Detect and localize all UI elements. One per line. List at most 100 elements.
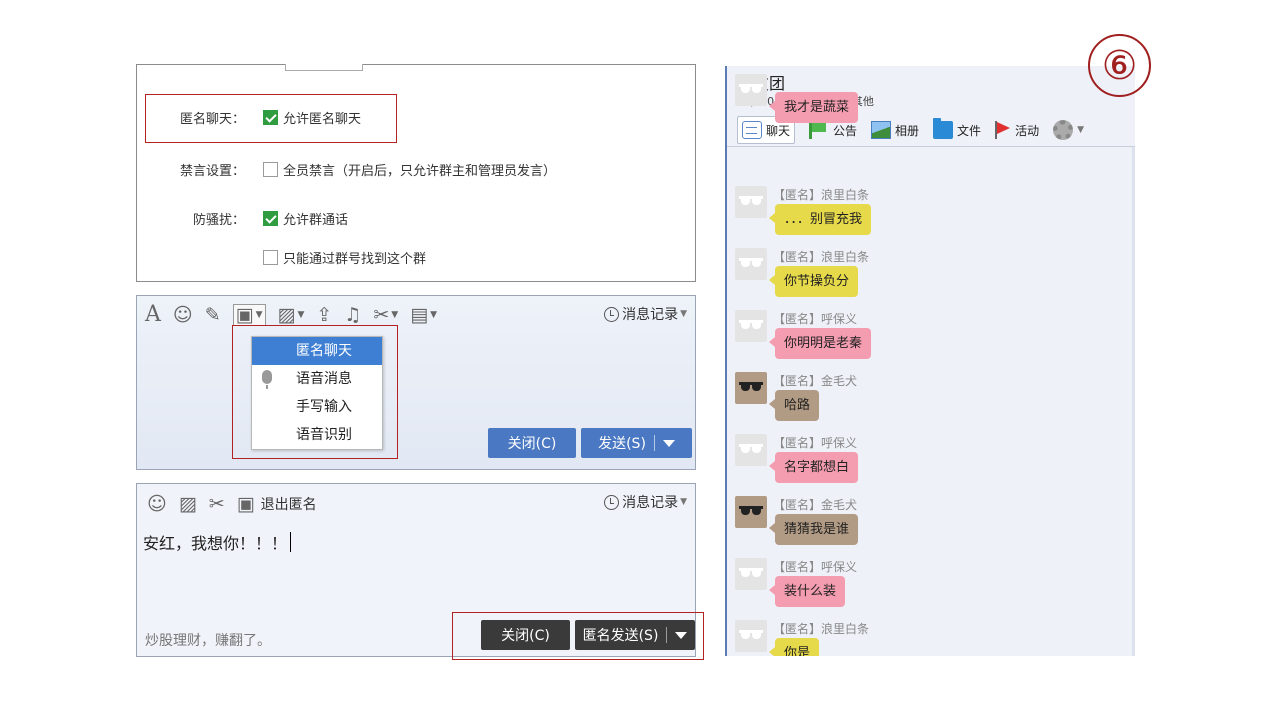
group-settings-panel: 匿名聊天： 允许匿名聊天 禁言设置： 全员禁言（开启后，只允许群主和管理员发言）… [136,64,696,282]
chat-message: 【匿名】浪里白条 你是 [735,620,1115,656]
divider [727,146,1135,147]
avatar-sunglasses-icon [752,261,761,267]
chat-message: 【匿名】浪里白条 你节操负分 [735,248,1115,310]
avatar[interactable] [735,74,767,106]
avatar-sunglasses-icon [752,87,761,93]
exit-anon-button[interactable]: 退出匿名 [261,494,317,514]
avatar-sunglasses-icon [752,447,761,453]
sender-nickname[interactable]: 【匿名】呼保义 [773,434,857,451]
chevron-down-icon: ▼ [297,310,305,320]
sender-nickname[interactable]: 【匿名】浪里白条 [773,186,869,203]
avatar-sunglasses-icon [741,633,750,639]
avatar[interactable] [735,620,767,652]
chat-composer-normal: A ☺ ✎ ▣ ▼ ▨ ▼ ⇪ ♫ ✂ ▼ ▤ ▼ 消息记录 ▼ 匿名聊天 语音消息 手… [136,295,696,470]
avatar-sunglasses-icon [741,385,750,391]
composer-toolbar: A ☺ ✎ ▣ ▼ ▨ ▼ ⇪ ♫ ✂ ▼ ▤ ▼ [145,304,449,326]
scissors-icon[interactable]: ✂ [209,494,225,514]
anon-mask-icon[interactable]: ▣ [237,494,255,514]
allow-call-checkbox[interactable] [263,211,278,226]
chat-message: 【匿名】呼保义 装什么装 [735,558,1115,620]
sender-nickname[interactable]: 【匿名】呼保义 [773,310,857,327]
group-chat-window: 秦友团 ★ (500人群) 兴趣爱好-其他 聊天 公告 相册 文件 活动 ▼ [725,66,1135,656]
clock-icon [604,306,620,322]
font-icon[interactable]: A [145,304,161,326]
mute-checkbox[interactable] [263,162,278,177]
avatar[interactable] [735,248,767,280]
screen-share-icon[interactable]: ▤ ▼ [410,305,437,325]
chat-message: 【匿名】浪里白条 ．．．别冒充我 [735,186,1115,248]
highlight-box [145,94,397,143]
button-divider [653,435,655,451]
emoji-icon[interactable]: ☺ [147,494,167,514]
scissors-icon[interactable]: ✂ ▼ [373,305,398,325]
avatar-sunglasses-icon [741,323,750,329]
magic-wand-icon[interactable]: ✎ [205,305,221,325]
mute-label: 禁言设置： [179,164,245,179]
avatar-sunglasses-icon [752,633,761,639]
chat-message: 【匿名】金毛犬 猜猜我是谁 [735,496,1115,558]
image-icon[interactable]: ▨ ▼ [278,305,305,325]
highlight-box [232,325,398,459]
avatar[interactable] [735,496,767,528]
sender-nickname[interactable]: 【匿名】浪里白条 [773,248,869,265]
ad-link[interactable]: 炒股理财，赚翻了。 [145,630,271,650]
message-history-button[interactable]: 消息记录 ▼ [604,492,687,512]
message-bubble[interactable]: 你明明是老秦 [768,328,872,359]
send-options-dropdown-icon[interactable] [662,439,675,447]
message-bubble[interactable]: 装什么装 [768,576,846,607]
sender-nickname[interactable]: 【匿名】呼保义 [773,558,857,575]
clock-icon [604,494,620,510]
highlight-box [452,612,704,660]
avatar-sunglasses-icon [741,199,750,205]
search-only-checkbox[interactable] [263,250,278,265]
message-bubble[interactable]: 猜猜我是谁 [768,514,859,545]
message-bubble[interactable]: 我才是蔬菜 [768,92,859,123]
step-number-badge: ⑥ [1088,34,1151,97]
mute-option[interactable]: 全员禁言（开启后，只允许群主和管理员发言） [263,160,556,179]
chat-message: 【匿名】金毛犬 哈路 [735,372,1115,434]
message-history-label: 消息记录 [622,495,679,511]
message-history-button[interactable]: 消息记录 ▼ [604,304,687,324]
mute-option-label: 全员禁言（开启后，只允许群主和管理员发言） [283,164,557,179]
avatar[interactable] [735,372,767,404]
emoji-icon[interactable]: ☺ [173,305,193,325]
chat-message: 我才是蔬菜 [735,74,1115,136]
anon-composer-toolbar: ☺ ▨ ✂ ▣ 退出匿名 [147,494,317,514]
disturb-option-search[interactable]: 只能通过群号找到这个群 [263,248,426,267]
sender-nickname[interactable]: 【匿名】金毛犬 [773,372,857,389]
chat-message: 【匿名】呼保义 你明明是老秦 [735,310,1115,372]
message-bubble[interactable]: 名字都想白 [768,452,859,483]
chevron-down-icon: ▼ [680,309,687,319]
avatar[interactable] [735,310,767,342]
disturb-option-call[interactable]: 允许群通话 [263,209,348,228]
message-bubble[interactable]: ．．．别冒充我 [768,204,872,235]
allow-call-label: 允许群通话 [283,213,349,228]
send-button[interactable]: 发送(S) [581,428,692,458]
avatar-sunglasses-icon [741,261,750,267]
send-button-label: 发送(S) [598,436,646,452]
message-bubble[interactable]: 你节操负分 [768,266,859,297]
music-icon[interactable]: ♫ [344,305,361,325]
avatar[interactable] [735,558,767,590]
sender-nickname[interactable]: 【匿名】金毛犬 [773,496,857,513]
avatar-sunglasses-icon [752,323,761,329]
anon-mask-icon[interactable]: ▣ ▼ [232,304,266,326]
message-history-label: 消息记录 [622,307,679,323]
upload-icon[interactable]: ⇪ [316,305,332,325]
avatar[interactable] [735,434,767,466]
close-button[interactable]: 关闭(C) [488,428,576,458]
scrollbar[interactable] [1132,147,1135,656]
message-input[interactable]: 安红，我想你！！！ [143,530,292,554]
avatar-sunglasses-icon [741,447,750,453]
chevron-down-icon: ▼ [430,310,438,320]
avatar-sunglasses-icon [752,509,761,515]
message-bubble[interactable]: 你是 [768,638,820,656]
search-only-label: 只能通过群号找到这个群 [283,252,427,267]
sender-nickname[interactable]: 【匿名】浪里白条 [773,620,869,637]
chat-message: 【匿名】呼保义 名字都想白 [735,434,1115,496]
tab-stub [285,64,363,71]
image-icon[interactable]: ▨ [179,494,197,514]
avatar[interactable] [735,186,767,218]
message-bubble[interactable]: 哈路 [768,390,820,421]
chevron-down-icon: ▼ [391,310,399,320]
